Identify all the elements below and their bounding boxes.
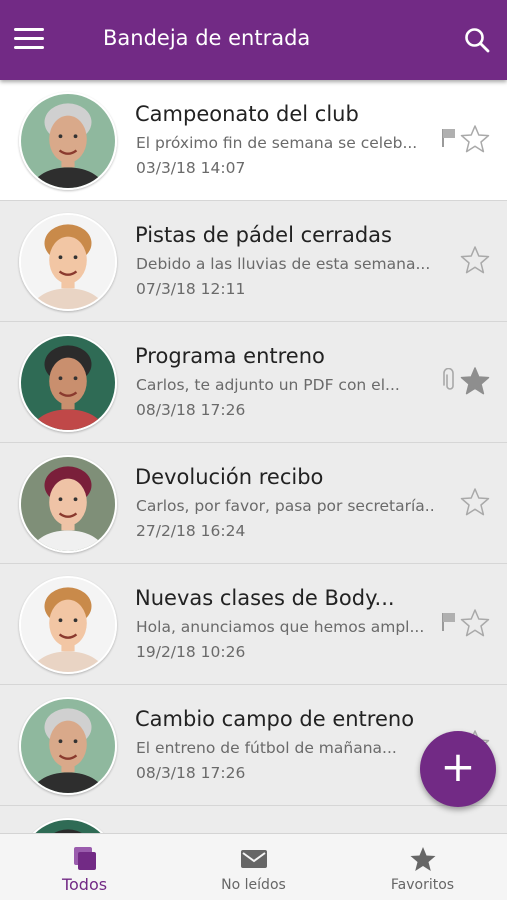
star-icon[interactable]: [460, 366, 490, 396]
message-date: 27/2/18 16:24: [136, 522, 246, 540]
avatar: [19, 697, 117, 795]
nav-favorites-label: Favoritos: [390, 877, 455, 893]
message-preview: Carlos, por favor, pasa por secretaría..…: [136, 497, 436, 515]
message-subject: Pistas de pádel cerradas: [135, 223, 392, 247]
message-date: 03/3/18 14:07: [136, 159, 246, 177]
message-list[interactable]: Campeonato del club El próximo fin de sem…: [0, 80, 507, 833]
message-subject: Programa entreno: [135, 344, 325, 368]
nav-all[interactable]: Todos: [0, 834, 169, 900]
message-subject: Cambio campo de entreno: [135, 707, 415, 731]
all-messages-icon: [73, 847, 96, 870]
hamburger-menu-icon[interactable]: [14, 28, 44, 50]
avatar: [19, 92, 117, 190]
message-preview: Hola, anunciamos que hemos ampl...: [136, 618, 425, 636]
avatar: [19, 576, 117, 674]
message-row[interactable]: Campeonato del club El próximo fin de sem…: [0, 80, 507, 201]
search-icon[interactable]: [463, 26, 491, 54]
star-icon: [410, 847, 435, 871]
message-preview: El entreno de fútbol de mañana...: [136, 739, 397, 757]
message-row[interactable]: Pistas de pádel cerradas Debido a las llu…: [0, 201, 507, 322]
nav-unread[interactable]: No leídos: [169, 834, 338, 900]
message-row[interactable]: Devolución recibo Carlos, por favor, pasa…: [0, 443, 507, 564]
star-icon[interactable]: [460, 245, 490, 275]
message-date: 08/3/18 17:26: [136, 401, 246, 419]
message-preview: El próximo fin de semana se celeb...: [136, 134, 418, 152]
message-preview: Carlos, te adjunto un PDF con el...: [136, 376, 400, 394]
nav-all-label: Todos: [61, 875, 108, 894]
compose-button[interactable]: +: [420, 731, 496, 807]
message-subject: Nuevas clases de Body...: [135, 586, 395, 610]
message-date: 08/3/18 17:26: [136, 764, 246, 782]
message-date: 19/2/18 10:26: [136, 643, 246, 661]
avatar: [19, 334, 117, 432]
message-preview: Debido a las lluvias de esta semana...: [136, 255, 431, 273]
top-app-bar: Bandeja de entrada: [0, 0, 507, 80]
star-icon[interactable]: [460, 608, 490, 638]
message-date: 07/3/18 12:11: [136, 280, 246, 298]
avatar: [19, 213, 117, 311]
message-row[interactable]: Programa entreno Carlos, te adjunto un PD…: [0, 322, 507, 443]
flag-icon[interactable]: [441, 128, 457, 148]
avatar: [19, 455, 117, 553]
star-icon[interactable]: [460, 124, 490, 154]
message-row[interactable]: [0, 806, 507, 833]
star-icon[interactable]: [460, 487, 490, 517]
avatar: [19, 818, 117, 833]
envelope-icon: [240, 850, 267, 868]
message-subject: Campeonato del club: [135, 102, 359, 126]
flag-icon[interactable]: [441, 612, 457, 632]
nav-favorites[interactable]: Favoritos: [338, 834, 507, 900]
nav-unread-label: No leídos: [221, 877, 286, 893]
message-subject: Devolución recibo: [135, 465, 324, 489]
attachment-icon: [443, 368, 454, 390]
page-title: Bandeja de entrada: [103, 26, 311, 50]
bottom-navigation: Todos No leídos Favoritos: [0, 833, 507, 900]
message-row[interactable]: Nuevas clases de Body... Hola, anunciamos…: [0, 564, 507, 685]
